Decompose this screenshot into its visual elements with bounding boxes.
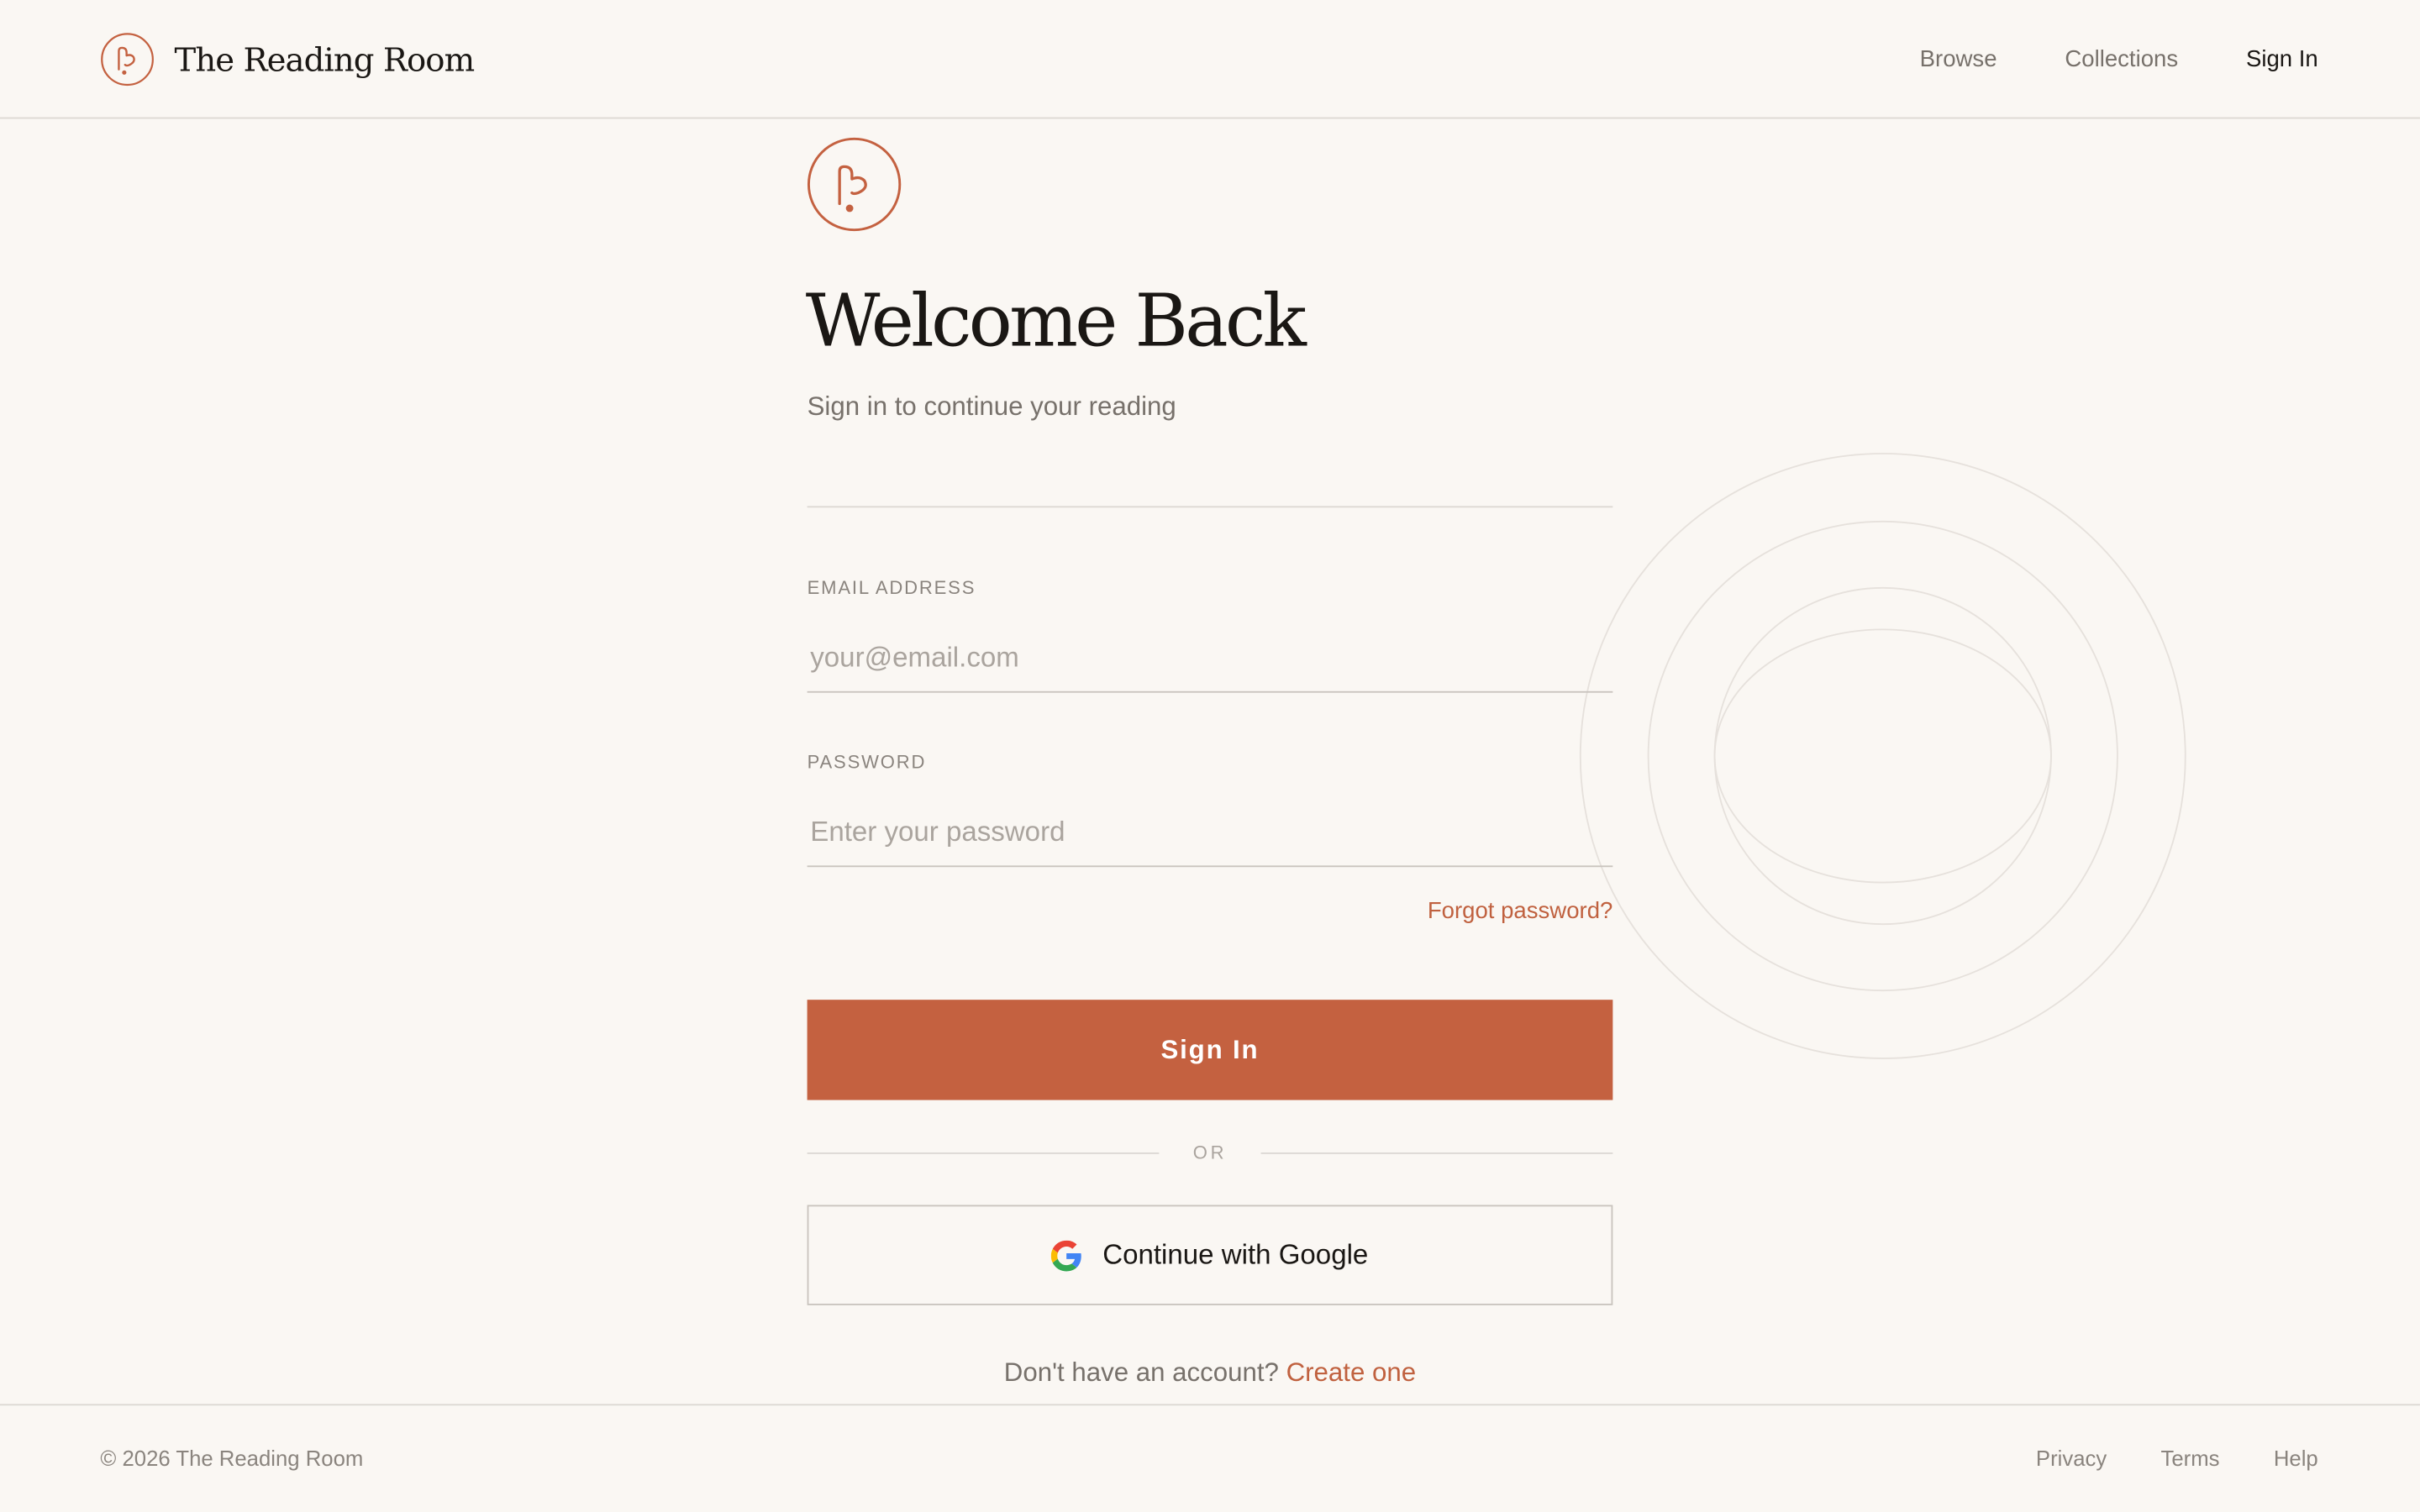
- forgot-password-link[interactable]: Forgot password?: [1428, 898, 1613, 924]
- divider: [807, 506, 1613, 508]
- bookmark-logo-icon: [807, 137, 902, 232]
- page-title: Welcome Back: [805, 279, 1307, 365]
- nav-item-sign-in[interactable]: Sign In: [2246, 46, 2318, 72]
- email-label: EMAIL ADDRESS: [807, 576, 976, 599]
- site-header: The Reading Room Browse Collections Sign…: [0, 0, 2420, 119]
- signup-row: Don't have an account? Create one: [808, 1357, 1613, 1389]
- main-nav: Browse Collections Sign In: [1920, 46, 2318, 72]
- brand-name: The Reading Room: [174, 40, 476, 78]
- footer-link-terms[interactable]: Terms: [2161, 1446, 2220, 1470]
- email-field[interactable]: [807, 624, 1613, 693]
- footer-link-help[interactable]: Help: [2274, 1446, 2318, 1470]
- sign-in-button[interactable]: Sign In: [807, 1000, 1613, 1100]
- google-g-icon: [1051, 1239, 1082, 1271]
- or-line-right: [1260, 1152, 1613, 1154]
- brand-logo-icon: [101, 33, 154, 87]
- footer-links: Privacy Terms Help: [2036, 1446, 2318, 1470]
- brand[interactable]: The Reading Room: [100, 33, 476, 87]
- sign-in-form: Welcome Back Sign in to continue your re…: [806, 137, 1613, 1387]
- google-button-label: Continue with Google: [1102, 1238, 1369, 1270]
- continue-with-google-button[interactable]: Continue with Google: [807, 1205, 1613, 1305]
- nav-item-collections[interactable]: Collections: [2065, 46, 2178, 72]
- site-footer: © 2026 The Reading Room Privacy Terms He…: [0, 1404, 2420, 1512]
- decorative-circles: [1579, 453, 2186, 1059]
- footer-link-privacy[interactable]: Privacy: [2036, 1446, 2107, 1470]
- password-field[interactable]: [807, 799, 1613, 868]
- password-label: PASSWORD: [807, 751, 927, 774]
- nav-item-browse[interactable]: Browse: [1920, 46, 1997, 72]
- page-subtitle: Sign in to continue your reading: [807, 391, 1176, 422]
- create-account-link[interactable]: Create one: [1286, 1357, 1417, 1387]
- copyright: © 2026 The Reading Room: [100, 1445, 364, 1471]
- or-divider: OR: [807, 1137, 1613, 1168]
- signup-prompt: Don't have an account?: [1003, 1357, 1286, 1388]
